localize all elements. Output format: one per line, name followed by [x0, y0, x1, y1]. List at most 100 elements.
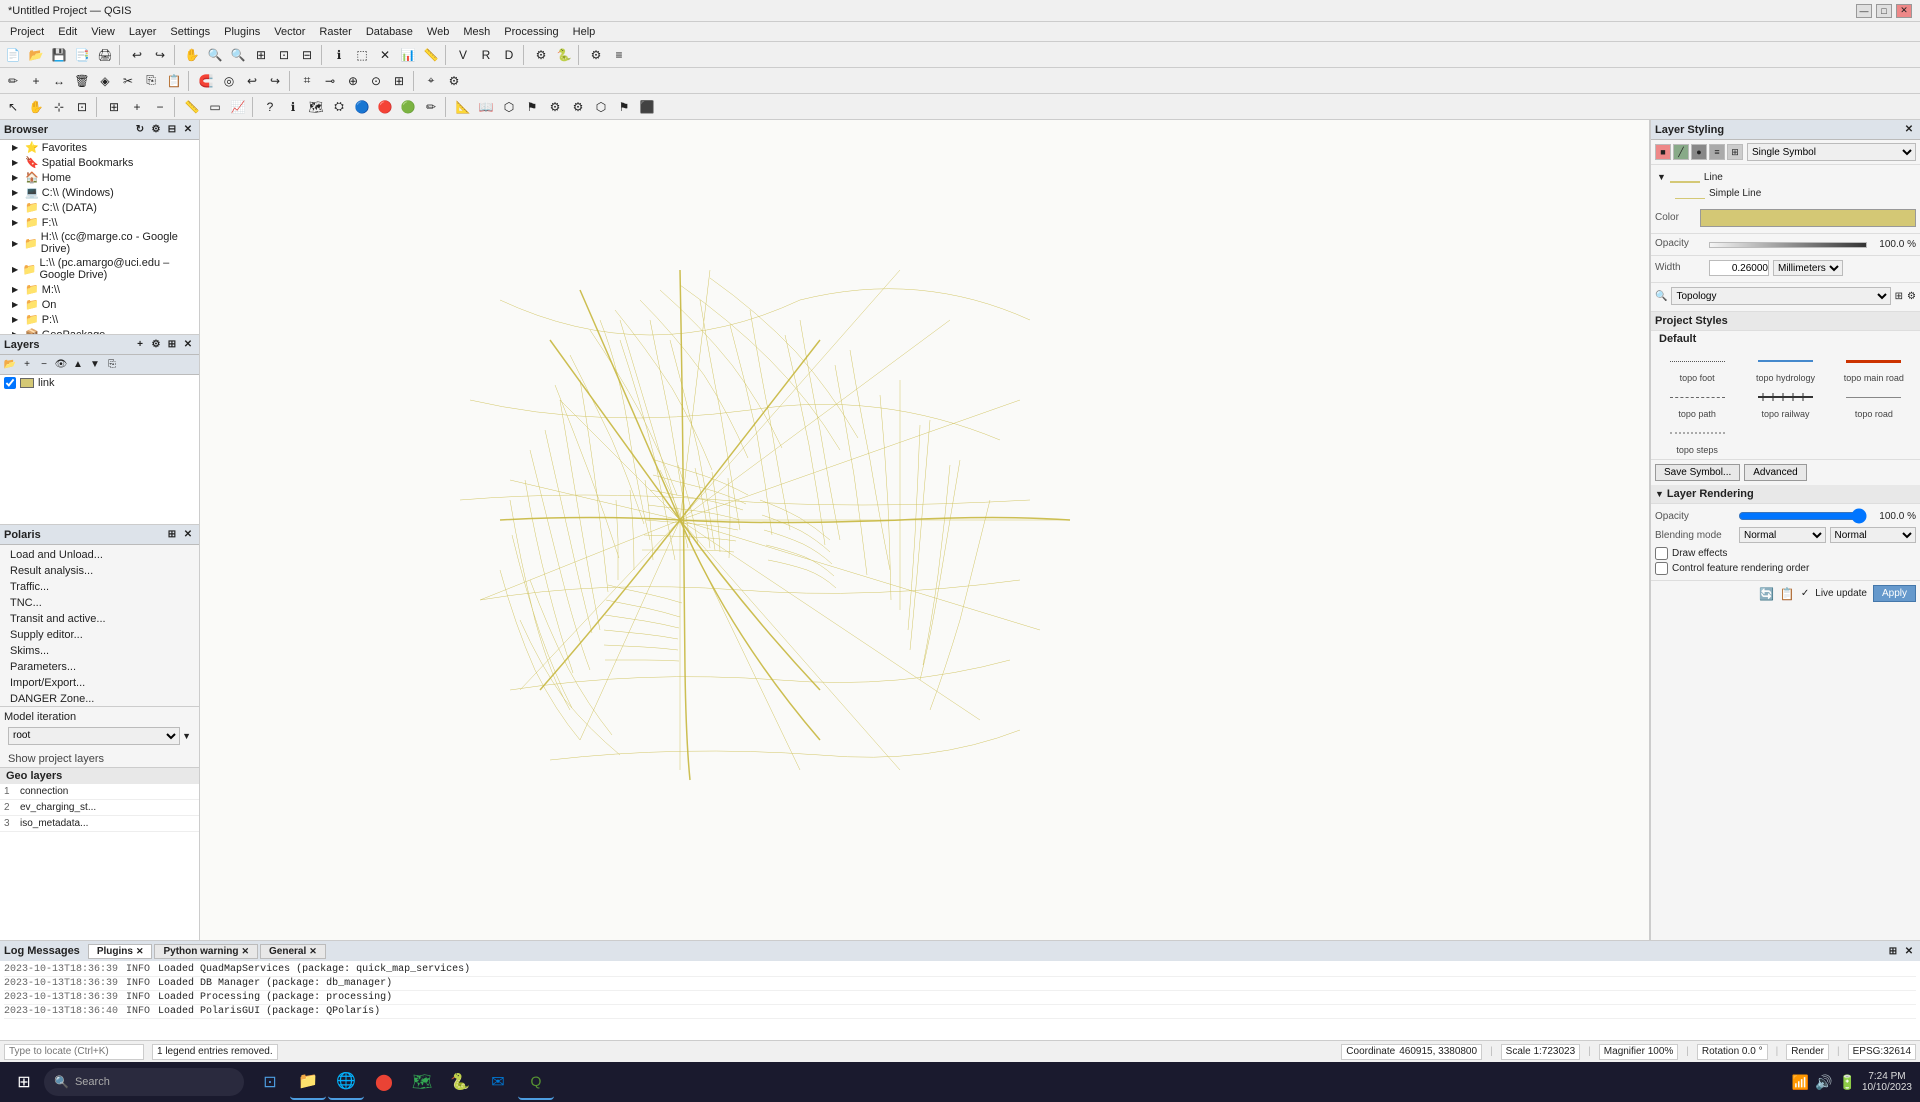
minimize-button[interactable]: —: [1856, 4, 1872, 18]
tb-zoomselect[interactable]: ⊟: [296, 44, 318, 66]
tb3-extra9[interactable]: ⚑: [613, 96, 635, 118]
tb3-zoom-ext[interactable]: ⊞: [103, 96, 125, 118]
menu-view[interactable]: View: [85, 24, 121, 40]
geo-row-1[interactable]: 1 connection: [0, 784, 199, 800]
tb3-pan[interactable]: ✋: [25, 96, 47, 118]
tb2-undo[interactable]: ↩: [241, 70, 263, 92]
geo-row-3[interactable]: 3 iso_metadata...: [0, 816, 199, 832]
menu-help[interactable]: Help: [567, 24, 602, 40]
tb3-extra5[interactable]: ⚑: [521, 96, 543, 118]
polaris-close-icon[interactable]: ✕: [181, 528, 195, 542]
browser-home[interactable]: ▶🏠Home: [0, 170, 199, 185]
layer-visibility-link[interactable]: [4, 377, 16, 389]
model-select[interactable]: root: [8, 727, 180, 745]
tb2-georef[interactable]: ⌖: [420, 70, 442, 92]
menu-vector[interactable]: Vector: [268, 24, 311, 40]
tb2-paste[interactable]: 📋: [163, 70, 185, 92]
tb-adddb[interactable]: D: [498, 44, 520, 66]
tb-processing[interactable]: ⚙: [585, 44, 607, 66]
tb3-atlas[interactable]: 📖: [475, 96, 497, 118]
taskbar-start-button[interactable]: ⊞: [8, 1066, 40, 1098]
log-close-icon[interactable]: ✕: [1902, 944, 1916, 958]
taskbar-battery-icon[interactable]: 🔋: [1839, 1074, 1856, 1091]
blending-feature-select[interactable]: Normal: [1830, 527, 1917, 543]
topology-link-icon[interactable]: ⊞: [1895, 291, 1903, 302]
blending-layer-select[interactable]: Normal: [1739, 527, 1826, 543]
tb-pan[interactable]: ✋: [181, 44, 203, 66]
tb-zoomlayer[interactable]: ⊡: [273, 44, 295, 66]
tb2-movefeature[interactable]: ↔: [48, 70, 70, 92]
tb-addvector[interactable]: V: [452, 44, 474, 66]
browser-on[interactable]: ▶📁On: [0, 297, 199, 312]
taskbar-sound-icon[interactable]: 🔊: [1815, 1074, 1832, 1091]
save-symbol-button[interactable]: Save Symbol...: [1655, 464, 1740, 481]
menu-database[interactable]: Database: [360, 24, 419, 40]
tb2-vertex[interactable]: ◎: [218, 70, 240, 92]
tb-select[interactable]: ⬚: [351, 44, 373, 66]
tb3-extra1[interactable]: 🔴: [374, 96, 396, 118]
browser-l[interactable]: ▶📁L:\\ (pc.amargo@uci.edu – Google Drive…: [0, 256, 199, 282]
taskbar-app-maps[interactable]: 🗺: [404, 1064, 440, 1100]
menu-web[interactable]: Web: [421, 24, 455, 40]
width-unit-select[interactable]: Millimeters: [1773, 260, 1843, 276]
layers-visibility-icon[interactable]: 👁: [53, 357, 69, 373]
polaris-transit-active[interactable]: Transit and active...: [2, 611, 197, 627]
browser-c-windows[interactable]: ▶💻C:\\ (Windows): [0, 185, 199, 200]
style-topo-hydrology[interactable]: topo hydrology: [1743, 351, 1827, 383]
polaris-import-export[interactable]: Import/Export...: [2, 675, 197, 691]
taskbar-wifi-icon[interactable]: 📶: [1792, 1074, 1809, 1091]
tb3-feature-sel[interactable]: ⊡: [71, 96, 93, 118]
opacity-bar[interactable]: [1709, 242, 1867, 248]
taskbar-datetime[interactable]: 7:24 PM 10/10/2023: [1862, 1071, 1912, 1093]
taskbar-app-mail[interactable]: ✉: [480, 1064, 516, 1100]
tb2-part[interactable]: ⊞: [388, 70, 410, 92]
layers-expand-icon[interactable]: ⊞: [165, 338, 179, 352]
draw-effects-checkbox[interactable]: [1655, 547, 1668, 560]
opacity-render-slider[interactable]: [1738, 508, 1867, 524]
polaris-supply-editor[interactable]: Supply editor...: [2, 627, 197, 643]
tb2-reshape[interactable]: ⌗: [296, 70, 318, 92]
layer-type-icon-line[interactable]: ╱: [1673, 144, 1689, 160]
taskbar-search[interactable]: 🔍 Search: [44, 1068, 244, 1096]
style-topo-path[interactable]: topo path: [1655, 387, 1739, 419]
browser-refresh-icon[interactable]: ↻: [133, 123, 147, 137]
tb-plugins[interactable]: ⚙: [530, 44, 552, 66]
polaris-tnc[interactable]: TNC...: [2, 595, 197, 611]
menu-project[interactable]: Project: [4, 24, 50, 40]
browser-bookmarks[interactable]: ▶🔖Spatial Bookmarks: [0, 155, 199, 170]
tb-print[interactable]: 🖨: [94, 44, 116, 66]
tb3-extra7[interactable]: ⚙: [567, 96, 589, 118]
apply-button[interactable]: Apply: [1873, 585, 1916, 602]
tb2-deletefeature[interactable]: 🗑: [71, 70, 93, 92]
tb-identify[interactable]: ℹ: [328, 44, 350, 66]
tb3-digipol[interactable]: ⛭: [328, 96, 350, 118]
maximize-button[interactable]: □: [1876, 4, 1892, 18]
tb3-polaris[interactable]: 🔵: [351, 96, 373, 118]
taskbar-app-python[interactable]: 🐍: [442, 1064, 478, 1100]
tb3-extra4[interactable]: ⬡: [498, 96, 520, 118]
layer-rendering-header[interactable]: ▼ Layer Rendering: [1651, 485, 1920, 504]
tb2-ring[interactable]: ⊙: [365, 70, 387, 92]
tb-redo[interactable]: ↪: [149, 44, 171, 66]
symbol-type-select[interactable]: Single Symbol: [1747, 143, 1916, 161]
layers-filter-icon[interactable]: ⚙: [149, 338, 163, 352]
tb-zoomout[interactable]: 🔍: [227, 44, 249, 66]
tb-algo[interactable]: ≡: [608, 44, 630, 66]
tb-new[interactable]: 📄: [2, 44, 24, 66]
tb3-extra6[interactable]: ⚙: [544, 96, 566, 118]
browser-h[interactable]: ▶📁H:\\ (cc@marge.co - Google Drive): [0, 230, 199, 256]
style-topo-foot[interactable]: topo foot: [1655, 351, 1739, 383]
tb3-extras[interactable]: ⬛: [636, 96, 658, 118]
layers-up-icon[interactable]: ▲: [70, 357, 86, 373]
log-expand-icon[interactable]: ⊞: [1886, 944, 1900, 958]
topology-select[interactable]: Topology: [1671, 287, 1890, 305]
tb2-edit[interactable]: ✏: [2, 70, 24, 92]
menu-mesh[interactable]: Mesh: [457, 24, 496, 40]
color-swatch[interactable]: [1700, 209, 1916, 227]
tb3-snap[interactable]: ⊹: [48, 96, 70, 118]
tb2-redo[interactable]: ↪: [264, 70, 286, 92]
log-tab-plugins-close[interactable]: ✕: [136, 946, 144, 957]
tb3-zoom-out[interactable]: −: [149, 96, 171, 118]
tb-saveas[interactable]: 📑: [71, 44, 93, 66]
layer-item-link[interactable]: link: [0, 375, 199, 391]
